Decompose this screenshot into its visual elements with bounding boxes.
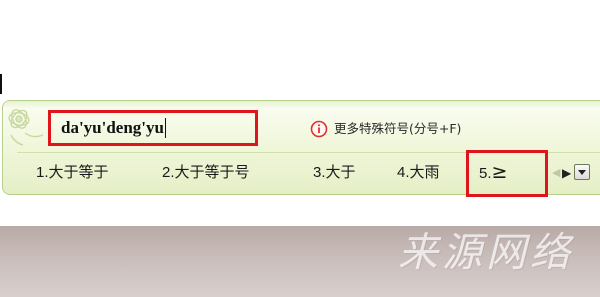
composition-input[interactable]: da'yu'deng'yu bbox=[48, 110, 258, 146]
candidate-1[interactable]: 1.大于等于 bbox=[36, 157, 109, 188]
info-circle-icon[interactable] bbox=[310, 120, 328, 138]
candidate-number: 2. bbox=[162, 164, 175, 181]
candidate-3[interactable]: 3.大于 bbox=[313, 157, 356, 188]
ime-top-strip bbox=[3, 101, 600, 109]
candidate-number: 4. bbox=[397, 164, 410, 181]
chevron-down-icon[interactable] bbox=[574, 164, 590, 180]
more-special-symbols-link[interactable]: 更多特殊符号(分号+F) bbox=[334, 119, 461, 139]
ime-candidate-window: da'yu'deng'yu 更多特殊符号(分号+F) 1.大于等于 2.大于等于… bbox=[2, 100, 600, 197]
candidate-5-highlight bbox=[466, 150, 548, 197]
candidate-number: 1. bbox=[36, 164, 49, 181]
candidate-2[interactable]: 2.大于等于号 bbox=[162, 157, 250, 188]
input-caret bbox=[165, 118, 166, 138]
composition-text: da'yu'deng'yu bbox=[61, 118, 164, 137]
candidate-number: 3. bbox=[313, 164, 326, 181]
flower-icon bbox=[8, 109, 44, 146]
candidate-text: 大于 bbox=[325, 163, 356, 181]
text-cursor bbox=[0, 74, 2, 94]
candidate-text: 大雨 bbox=[409, 163, 440, 181]
watermark: 来源网络 bbox=[398, 230, 574, 276]
candidate-text: 大于等于号 bbox=[174, 163, 250, 181]
triangle-left-icon[interactable]: ◀ bbox=[552, 167, 562, 179]
triangle-right-icon[interactable]: ▶ bbox=[562, 166, 572, 180]
candidate-4[interactable]: 4.大雨 bbox=[397, 157, 440, 188]
candidate-text: 大于等于 bbox=[48, 163, 109, 181]
